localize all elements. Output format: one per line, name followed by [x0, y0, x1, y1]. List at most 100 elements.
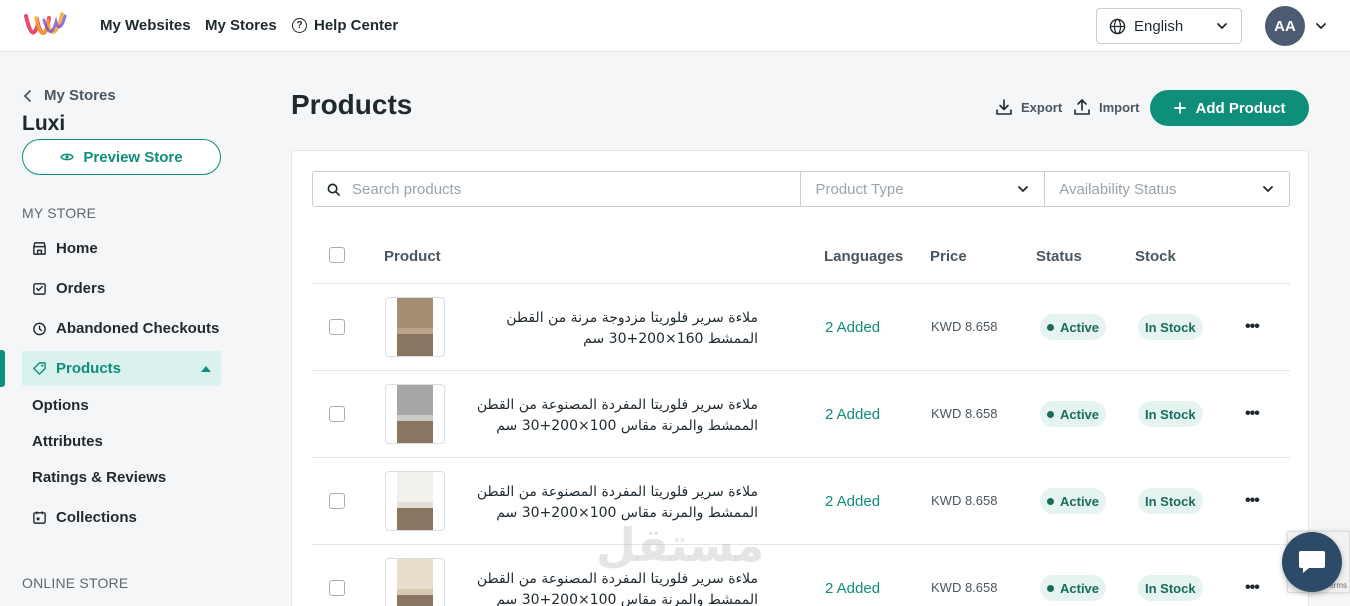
- languages-link[interactable]: 2 Added: [825, 319, 880, 336]
- brand-logo[interactable]: [22, 8, 68, 44]
- languages-link[interactable]: 2 Added: [825, 406, 880, 423]
- plus-icon: [1173, 102, 1186, 114]
- back-label: My Stores: [44, 87, 116, 104]
- preview-store-button[interactable]: Preview Store: [22, 139, 221, 175]
- sidebar: My Stores Luxi Preview Store MY STORE Ho…: [0, 53, 242, 606]
- status-badge: Active: [1040, 401, 1107, 427]
- tag-icon: [33, 362, 46, 375]
- product-price: KWD 8.658: [931, 319, 998, 334]
- caret-up-icon: [201, 365, 211, 372]
- nav-help-center-label: Help Center: [314, 17, 399, 34]
- sidebar-item-abandoned-checkouts[interactable]: Abandoned Checkouts: [32, 320, 219, 337]
- sidebar-item-label: Products: [56, 360, 122, 377]
- product-price: KWD 8.658: [931, 580, 998, 595]
- preview-store-label: Preview Store: [83, 148, 183, 166]
- my-store-section-title: MY STORE: [22, 205, 97, 221]
- watermark-text: مستقل: [596, 518, 765, 572]
- product-thumbnail[interactable]: [385, 297, 445, 357]
- eye-icon: [60, 153, 75, 161]
- chevron-left-icon: [23, 89, 31, 102]
- product-price: KWD 8.658: [931, 406, 998, 421]
- download-icon: [996, 99, 1012, 115]
- products-card: Search products Product Type Availabilit…: [291, 150, 1309, 606]
- status-badge: Active: [1040, 575, 1107, 601]
- status-label: Active: [1060, 493, 1100, 509]
- more-options-icon[interactable]: •••: [1245, 579, 1260, 597]
- row-checkbox[interactable]: [329, 319, 345, 335]
- chevron-down-icon: [1018, 186, 1029, 193]
- search-input[interactable]: Search products: [313, 172, 802, 206]
- language-select[interactable]: English: [1096, 8, 1242, 44]
- status-dot: [1047, 584, 1054, 592]
- online-store-section-title: ONLINE STORE: [22, 575, 129, 591]
- language-label: English: [1134, 17, 1184, 35]
- product-type-placeholder: Product Type: [815, 180, 904, 198]
- select-all-checkbox[interactable]: [329, 247, 345, 263]
- chevron-down-icon: [1263, 186, 1273, 193]
- sidebar-subitem-attributes[interactable]: Attributes: [32, 433, 103, 450]
- languages-link[interactable]: 2 Added: [825, 580, 880, 597]
- sidebar-item-label: Collections: [56, 509, 137, 526]
- import-label: Import: [1099, 99, 1140, 115]
- product-thumbnail[interactable]: [385, 471, 445, 531]
- upload-icon: [1074, 99, 1090, 115]
- column-header-stock: Stock: [1135, 248, 1176, 265]
- table-row[interactable]: ملاءة سرير فلوريتا مزدوجة مرنة من القطن …: [292, 284, 1310, 371]
- add-product-button[interactable]: Add Product: [1150, 90, 1309, 126]
- product-price: KWD 8.658: [931, 493, 998, 508]
- product-name[interactable]: ملاءة سرير فلوريتا المفردة المصنوعة من ا…: [468, 395, 758, 437]
- product-name[interactable]: ملاءة سرير فلوريتا المفردة المصنوعة من ا…: [468, 569, 758, 606]
- stock-badge: In Stock: [1138, 488, 1203, 514]
- chevron-down-icon[interactable]: [1314, 19, 1328, 33]
- table-row[interactable]: ملاءة سرير فلوريتا المفردة المصنوعة من ا…: [292, 458, 1310, 545]
- nav-help-center[interactable]: ? Help Center: [292, 17, 398, 34]
- status-label: Active: [1060, 406, 1100, 422]
- stock-badge: In Stock: [1138, 314, 1203, 340]
- more-options-icon[interactable]: •••: [1245, 318, 1260, 336]
- stock-badge: In Stock: [1138, 575, 1203, 601]
- sidebar-subitem-ratings-reviews[interactable]: Ratings & Reviews: [32, 469, 166, 486]
- sidebar-subitem-options[interactable]: Options: [32, 397, 89, 414]
- export-label: Export: [1021, 99, 1063, 115]
- product-thumbnail[interactable]: [385, 384, 445, 444]
- sidebar-item-orders[interactable]: Orders: [32, 280, 105, 297]
- sidebar-item-products[interactable]: Products: [22, 351, 221, 386]
- orders-icon: [33, 283, 46, 295]
- nav-my-websites[interactable]: My Websites: [100, 17, 191, 34]
- active-indicator: [0, 350, 5, 387]
- more-options-icon[interactable]: •••: [1245, 405, 1260, 423]
- search-placeholder: Search products: [352, 180, 462, 198]
- column-header-product[interactable]: Product: [384, 248, 441, 265]
- table-row[interactable]: ملاءة سرير فلوريتا المفردة المصنوعة من ا…: [292, 545, 1310, 606]
- top-bar: My Websites My Stores ? Help Center Engl…: [0, 0, 1350, 52]
- sidebar-item-collections[interactable]: Collections: [32, 509, 137, 526]
- chat-bubble-icon: [1299, 551, 1325, 573]
- languages-link[interactable]: 2 Added: [825, 493, 880, 510]
- add-product-label: Add Product: [1195, 99, 1286, 117]
- sidebar-item-label: Abandoned Checkouts: [56, 320, 220, 337]
- availability-status-select[interactable]: Availability Status: [1045, 172, 1289, 206]
- back-to-stores-link[interactable]: My Stores: [22, 87, 116, 104]
- nav-my-stores[interactable]: My Stores: [205, 17, 277, 34]
- export-button[interactable]: Export: [995, 98, 1062, 116]
- chevron-down-icon: [1217, 23, 1227, 30]
- product-type-select[interactable]: Product Type: [801, 172, 1046, 206]
- status-dot: [1047, 410, 1054, 418]
- row-checkbox[interactable]: [329, 406, 345, 422]
- sidebar-item-home[interactable]: Home: [32, 240, 98, 257]
- status-dot: [1047, 323, 1054, 331]
- more-options-icon[interactable]: •••: [1245, 492, 1260, 510]
- column-header-languages: Languages: [824, 248, 904, 265]
- page-title: Products: [291, 89, 413, 120]
- product-name[interactable]: ملاءة سرير فلوريتا مزدوجة مرنة من القطن …: [468, 308, 758, 350]
- row-checkbox[interactable]: [329, 493, 345, 509]
- avatar[interactable]: AA: [1265, 6, 1305, 46]
- import-button[interactable]: Import: [1073, 98, 1139, 116]
- status-label: Active: [1060, 580, 1100, 596]
- chat-button[interactable]: [1282, 532, 1342, 592]
- table-row[interactable]: ملاءة سرير فلوريتا المفردة المصنوعة من ا…: [292, 371, 1310, 458]
- status-dot: [1047, 497, 1054, 505]
- product-thumbnail[interactable]: [385, 558, 445, 606]
- column-header-price[interactable]: Price: [930, 248, 967, 265]
- row-checkbox[interactable]: [329, 580, 345, 596]
